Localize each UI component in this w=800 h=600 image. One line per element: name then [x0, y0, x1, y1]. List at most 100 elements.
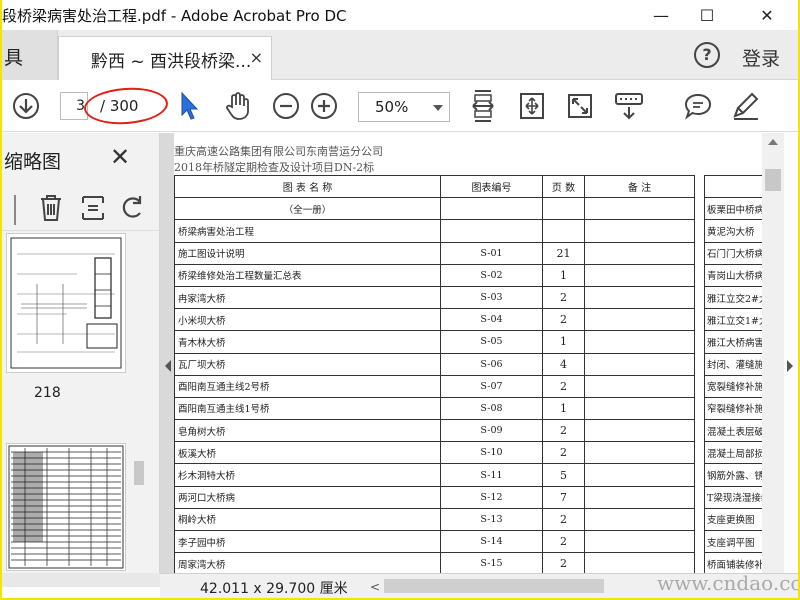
trash-icon[interactable] — [38, 193, 64, 227]
table-row: 李子园中桥 S-14 2 — [174, 529, 695, 554]
keyboard-scroll-icon[interactable] — [612, 90, 646, 122]
table-header-row: 图 表 名 称 图表编号 页 数 备 注 — [174, 174, 695, 199]
table-cell-code: S-05 — [440, 330, 543, 354]
page-thumbnail[interactable] — [6, 233, 126, 373]
table-cell-code: S-10 — [440, 441, 543, 465]
table-cell-note — [584, 285, 695, 310]
table-cell-note — [584, 529, 695, 554]
acrobat-window: 段桥梁病害处治工程.pdf - Adobe Acrobat Pro DC — ☐… — [2, 0, 798, 598]
help-icon[interactable]: ? — [694, 42, 720, 68]
select-cursor-icon[interactable] — [176, 90, 202, 122]
table-row: 板栗田中桥病 — [704, 197, 765, 221]
divider — [14, 195, 16, 225]
scroll-left-icon[interactable]: < — [370, 580, 380, 594]
login-button[interactable]: 登录 — [742, 44, 780, 71]
table-cell-note — [584, 463, 695, 487]
scrollbar-thumb[interactable] — [134, 461, 144, 485]
comment-icon[interactable] — [682, 90, 714, 122]
maximize-button[interactable]: ☐ — [684, 0, 730, 30]
hand-tool-icon[interactable] — [222, 90, 254, 122]
minimize-button[interactable]: — — [638, 0, 684, 30]
table-cell-code: S-12 — [440, 485, 543, 509]
table-row: 酉阳南互通主线1号桥 S-08 1 — [174, 396, 695, 421]
zoom-out-icon[interactable] — [270, 90, 302, 122]
toolbar: 3 / 300 50% — [2, 80, 798, 132]
collapse-right-arrow-icon[interactable] — [787, 360, 793, 372]
table-cell-note — [584, 485, 695, 509]
table-row: 小米坝大桥 S-04 2 — [174, 308, 695, 332]
document-view[interactable]: 重庆高速公路集团有限公司东南营运分公司 2018年桥隧定期检查及设计项目DN-2… — [160, 133, 780, 573]
table-cell-code: S-09 — [440, 419, 543, 443]
column-header: 图表编号 — [440, 174, 543, 199]
horizontal-scrollbar-thumb[interactable] — [384, 579, 604, 593]
table-cell-note — [584, 330, 695, 354]
fit-width-icon[interactable] — [468, 90, 498, 122]
table-cell-name: （全一册） — [174, 197, 441, 221]
highlight-pen-icon[interactable] — [730, 90, 762, 122]
table-cell-name — [704, 174, 765, 199]
table-cell-note — [584, 419, 695, 443]
fit-page-icon[interactable] — [516, 90, 548, 122]
close-panel-icon[interactable]: ✕ — [110, 143, 130, 171]
tab-tools[interactable]: 具 — [2, 30, 58, 80]
zoom-in-icon[interactable] — [308, 90, 340, 122]
thumbnail-page-number: 218 — [34, 385, 61, 401]
table-row: 雅江立交1#大 — [704, 308, 765, 332]
table-cell-name: 酉阳南互通主线1号桥 — [174, 396, 441, 421]
table-row: 周家湾大桥 S-15 2 — [174, 552, 695, 573]
table-cell-note — [584, 263, 695, 287]
thumbnail-scrollbar[interactable] — [132, 233, 146, 569]
table-row: 酉阳南互通主线2号桥 S-07 2 — [174, 374, 695, 398]
close-window-button[interactable]: ✕ — [744, 0, 790, 30]
table-row: 雅江立交2#大 — [704, 285, 765, 310]
page-thumbnail[interactable] — [6, 443, 126, 571]
table-cell-name: 瓦厂坝大桥 — [174, 352, 441, 376]
table-cell-code: S-03 — [440, 285, 543, 310]
table-cell-pages: 2 — [542, 308, 585, 332]
table-cell-note — [584, 352, 695, 376]
table-cell-pages: 2 — [542, 529, 585, 554]
table-cell-note — [584, 552, 695, 573]
thumbnail-tools — [2, 187, 160, 231]
scrollbar-thumb[interactable] — [765, 169, 781, 191]
table-cell-name: 小米坝大桥 — [174, 308, 441, 332]
table-cell-note — [584, 219, 695, 243]
zoom-dropdown[interactable]: 50% — [358, 92, 450, 122]
thumbnail-hscrollbar[interactable] — [2, 573, 160, 587]
table-row: 混凝土表层破 — [704, 419, 765, 443]
table-cell-name: 混凝土局部损 — [704, 441, 765, 465]
table-cell-pages: 4 — [542, 352, 585, 376]
table-cell-note — [584, 197, 695, 221]
tab-close-icon[interactable]: × — [250, 48, 263, 67]
table-cell-pages — [542, 197, 585, 221]
table-cell-code: S-15 — [440, 552, 543, 573]
table-cell-name: 杉木洞特大桥 — [174, 463, 441, 487]
rotate-icon[interactable] — [120, 193, 146, 227]
table-cell-name: 桐岭大桥 — [174, 507, 441, 532]
table-cell-note — [584, 374, 695, 398]
scroll-up-icon[interactable] — [768, 139, 778, 145]
tab-document[interactable]: 黔西 ~ 酉洪段桥梁... × — [58, 36, 272, 80]
table-row: 桥面铺装修补 — [704, 552, 765, 573]
next-page-icon[interactable] — [10, 90, 42, 122]
table-row: 桐岭大桥 S-13 2 — [174, 507, 695, 532]
table-cell-name: 混凝土表层破 — [704, 419, 765, 443]
table-cell-code: S-02 — [440, 263, 543, 287]
table-cell-pages: 7 — [542, 485, 585, 509]
table-cell-note — [584, 241, 695, 265]
table-row: 窄裂缝修补施 — [704, 396, 765, 421]
full-screen-icon[interactable] — [564, 90, 596, 122]
table-cell-note — [584, 396, 695, 421]
table-cell-name: 板溪大桥 — [174, 441, 441, 465]
drawing-index-table: 图 表 名 称 图表编号 页 数 备 注 （全一册） 桥梁病害处治工程 施工图设计说… — [174, 174, 695, 573]
document-vscrollbar[interactable] — [762, 133, 784, 573]
extract-pages-icon[interactable] — [80, 193, 106, 227]
column-header: 备 注 — [584, 174, 695, 199]
table-row: 施工图设计说明 S-01 21 — [174, 241, 695, 265]
table-row: 两河口大桥病 S-12 7 — [174, 485, 695, 509]
title-bar: 段桥梁病害处治工程.pdf - Adobe Acrobat Pro DC — ☐… — [2, 0, 798, 30]
drawing-index-table-right: 板栗田中桥病 黄泥沟大桥 石门门大桥病 青岗山大桥病 雅江立交2#大 雅江立交1#大 雅江大… — [704, 174, 765, 573]
collapse-left-arrow-icon[interactable] — [165, 360, 171, 372]
table-cell-pages: 1 — [542, 330, 585, 354]
table-cell-note — [584, 441, 695, 465]
